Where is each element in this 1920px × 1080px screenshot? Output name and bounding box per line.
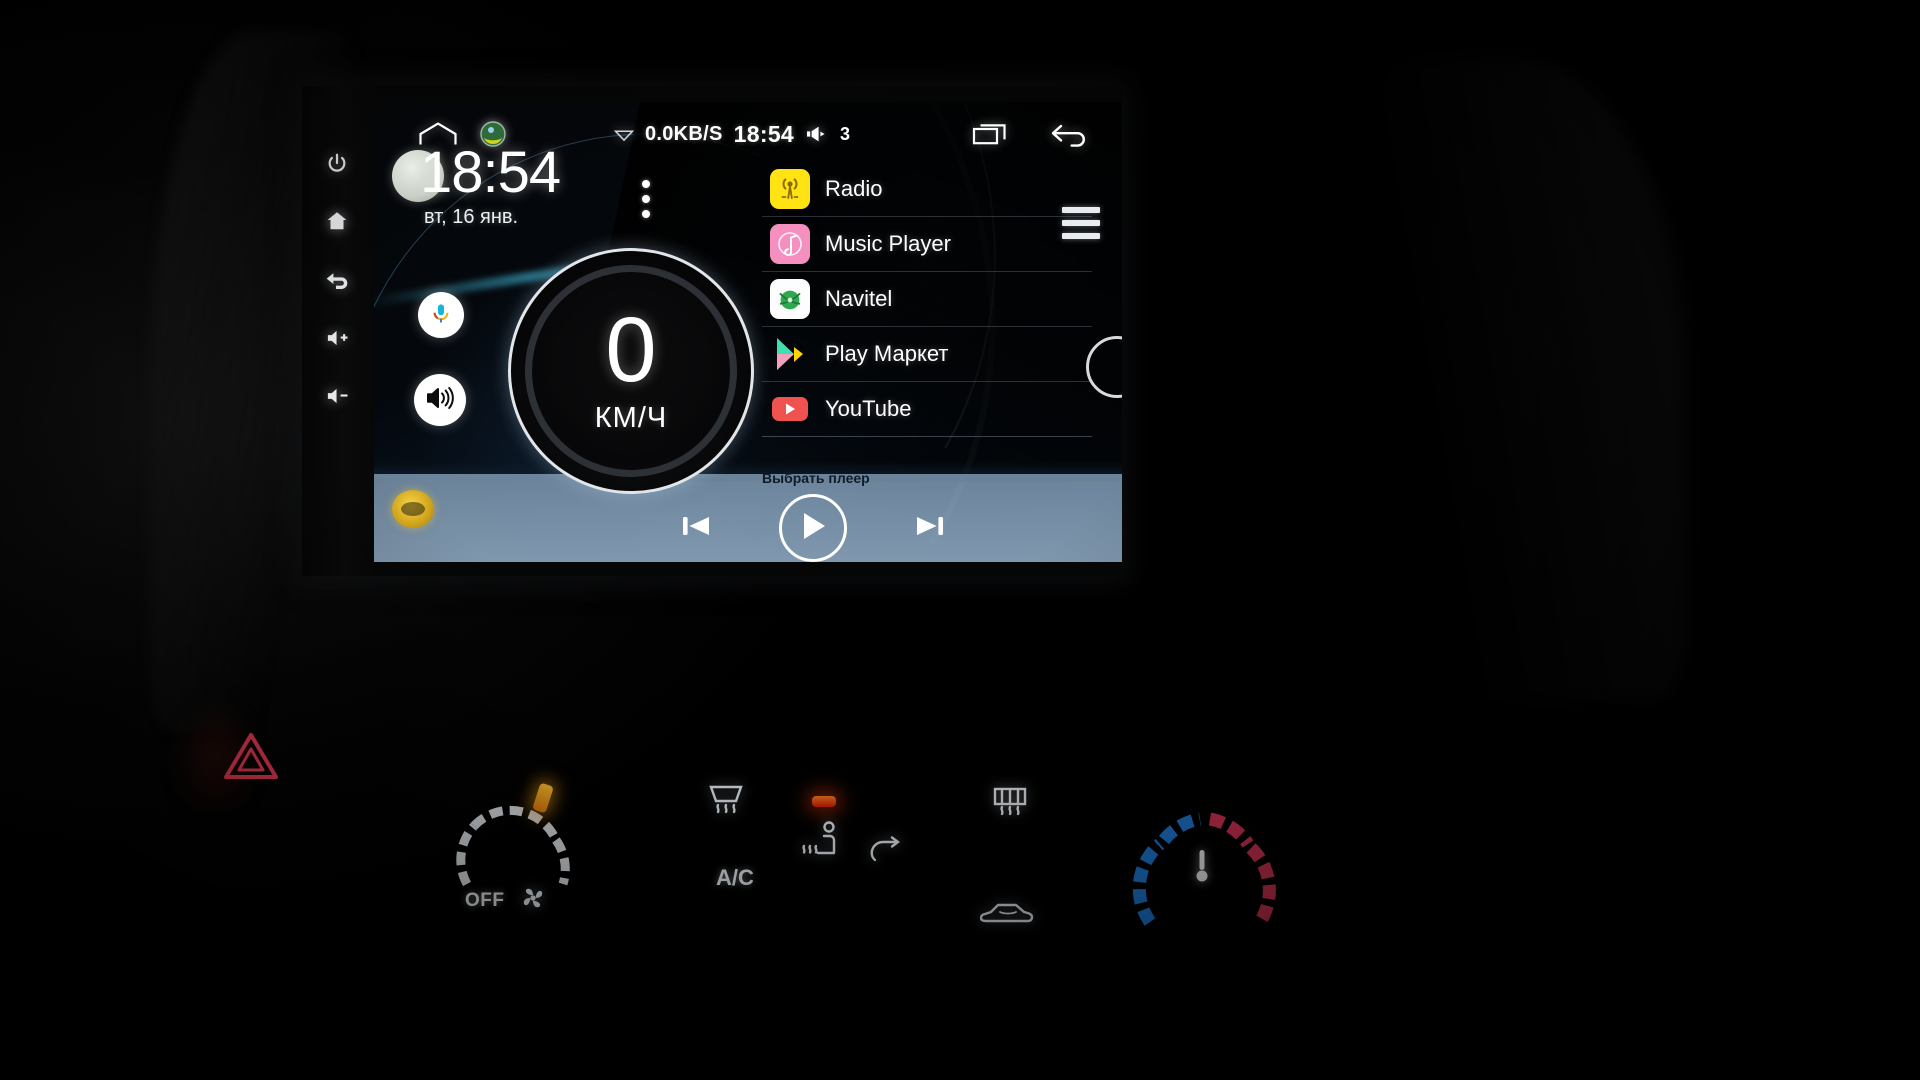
app-list-item-radio[interactable]: Radio [762,162,1092,217]
volume-level-label: 3 [840,123,851,144]
recent-apps-icon[interactable] [972,122,1008,146]
app-launcher-list[interactable]: Radio Music Player Navitel Play Маркет Y… [762,162,1092,437]
music-note-icon [770,224,810,264]
status-bar-right [972,121,1122,147]
clock-widget-date: вт, 16 янв. [424,206,519,228]
fan-off-label: OFF [465,890,505,911]
head-unit: 0.0KB/S 18:54 3 18:54 вт, 16 янв. 0 КМ/Ч… [302,86,1122,576]
radio-tower-icon [770,169,810,209]
three-dots-vertical-icon[interactable] [642,180,650,218]
play-icon [798,510,828,547]
ac-label: A/C [716,865,754,890]
app-list-item-music-player[interactable]: Music Player [762,217,1092,272]
app-list-item-play-market[interactable]: Play Маркет [762,327,1092,382]
heated-seat-icon[interactable] [798,820,844,873]
skip-next-button[interactable] [913,511,947,546]
app-list-item-youtube[interactable]: YouTube [762,382,1092,437]
skip-next-icon [913,511,947,546]
back-arrow-icon[interactable] [1050,121,1088,147]
app-label: Radio [825,176,883,201]
app-label: YouTube [825,396,912,421]
google-play-icon [770,334,810,374]
rear-defrost-icon[interactable] [990,785,1030,830]
speed-unit: КМ/Ч [594,401,668,434]
thermometer-icon [1192,848,1212,889]
app-list-item-navitel[interactable]: Navitel [762,272,1092,327]
microphone-icon [429,301,453,330]
navitel-globe-icon [770,279,810,319]
status-bar-left [374,121,506,147]
speed-value: 0 [605,298,657,401]
hazard-triangle-icon[interactable] [222,730,280,787]
bezel-volume-up-button[interactable] [315,316,359,360]
dashboard-right-edge [1355,60,1685,700]
car-airflow-icon[interactable] [979,895,1034,936]
status-bar: 0.0KB/S 18:54 3 [374,102,1122,166]
media-transport-controls [374,494,1122,562]
status-bar-center: 0.0KB/S 18:54 3 [613,120,851,148]
climate-console: OFF A/C [0,700,1920,1080]
front-defrost-icon[interactable] [706,782,746,827]
speedometer-gauge[interactable]: 0 КМ/Ч [508,248,754,494]
hamburger-menu-icon[interactable] [1062,207,1100,239]
voice-search-button[interactable] [418,292,464,338]
bezel-home-button[interactable] [315,199,359,243]
app-label: Music Player [825,231,951,256]
volume-icon[interactable] [805,125,829,143]
bezel-power-button[interactable] [315,141,359,185]
navitel-badge-icon[interactable] [480,121,506,147]
home-outline-icon[interactable] [418,121,458,147]
app-label: Play Маркет [825,341,949,366]
seat-heater-indicator-light [812,796,836,807]
head-unit-screen[interactable]: 0.0KB/S 18:54 3 18:54 вт, 16 янв. 0 КМ/Ч… [374,102,1122,562]
car-head-unit-photo: 0.0KB/S 18:54 3 18:54 вт, 16 янв. 0 КМ/Ч… [0,0,1920,1080]
wifi-icon [613,127,634,142]
air-recirculate-icon[interactable] [866,830,906,875]
volume-button[interactable] [414,374,466,426]
bezel-back-button[interactable] [315,258,359,302]
play-button[interactable] [779,494,847,562]
choose-player-caption: Выбрать плеер [762,470,870,486]
network-speed-label: 0.0KB/S [644,122,723,145]
head-unit-bezel [302,86,374,576]
youtube-icon [770,389,810,429]
bezel-volume-down-button[interactable] [315,374,359,418]
skip-previous-icon [679,511,713,546]
skip-previous-button[interactable] [679,511,713,546]
app-label: Navitel [825,286,893,311]
fan-blades-icon [520,885,546,916]
speaker-waves-icon [425,385,455,416]
status-bar-clock: 18:54 [733,120,794,147]
